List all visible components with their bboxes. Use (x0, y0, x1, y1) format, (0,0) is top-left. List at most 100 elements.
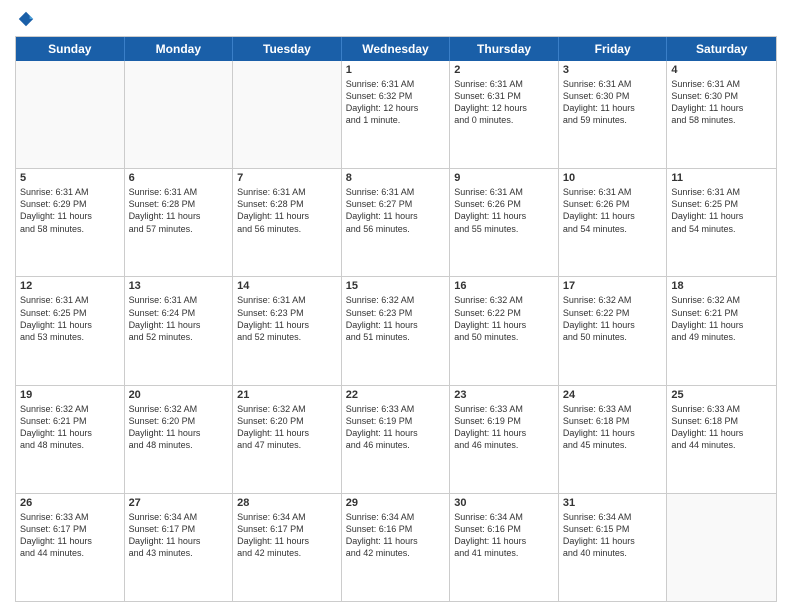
header-monday: Monday (125, 37, 234, 61)
day-info-11: Sunrise: 6:31 AM Sunset: 6:25 PM Dayligh… (671, 186, 772, 235)
day-info-15: Sunrise: 6:32 AM Sunset: 6:23 PM Dayligh… (346, 294, 446, 343)
logo (15, 10, 35, 28)
empty-cell-0-2 (233, 61, 342, 168)
day-cell-26: 26 Sunrise: 6:33 AM Sunset: 6:17 PM Dayli… (16, 494, 125, 601)
day-info-27: Sunrise: 6:34 AM Sunset: 6:17 PM Dayligh… (129, 511, 229, 560)
day-info-8: Sunrise: 6:31 AM Sunset: 6:27 PM Dayligh… (346, 186, 446, 235)
day-info-17: Sunrise: 6:32 AM Sunset: 6:22 PM Dayligh… (563, 294, 663, 343)
day-cell-3: 3 Sunrise: 6:31 AM Sunset: 6:30 PM Daylig… (559, 61, 668, 168)
day-number-3: 3 (563, 64, 663, 76)
day-number-4: 4 (671, 64, 772, 76)
calendar-body: 1Sunrise: 6:31 AM Sunset: 6:32 PM Daylig… (16, 61, 776, 601)
day-number-29: 29 (346, 497, 446, 509)
header-wednesday: Wednesday (342, 37, 451, 61)
day-info-5: Sunrise: 6:31 AM Sunset: 6:29 PM Dayligh… (20, 186, 120, 235)
week-row-2: 5Sunrise: 6:31 AM Sunset: 6:29 PM Daylig… (16, 169, 776, 277)
day-info-21: Sunrise: 6:32 AM Sunset: 6:20 PM Dayligh… (237, 403, 337, 452)
day-number-24: 24 (563, 389, 663, 401)
day-info-13: Sunrise: 6:31 AM Sunset: 6:24 PM Dayligh… (129, 294, 229, 343)
day-info-30: Sunrise: 6:34 AM Sunset: 6:16 PM Dayligh… (454, 511, 554, 560)
day-info-12: Sunrise: 6:31 AM Sunset: 6:25 PM Dayligh… (20, 294, 120, 343)
day-cell-18: 18 Sunrise: 6:32 AM Sunset: 6:21 PM Dayli… (667, 277, 776, 384)
page-container: Sunday Monday Tuesday Wednesday Thursday… (0, 0, 792, 612)
day-cell-9: 9Sunrise: 6:31 AM Sunset: 6:26 PM Daylig… (450, 169, 559, 276)
empty-cell-4-6 (667, 494, 776, 601)
week-row-3: 12 Sunrise: 6:31 AM Sunset: 6:25 PM Dayli… (16, 277, 776, 385)
day-number-16: 16 (454, 280, 554, 292)
day-number-15: 15 (346, 280, 446, 292)
day-cell-20: 20Sunrise: 6:32 AM Sunset: 6:20 PM Dayli… (125, 386, 234, 493)
day-number-21: 21 (237, 389, 337, 401)
day-info-22: Sunrise: 6:33 AM Sunset: 6:19 PM Dayligh… (346, 403, 446, 452)
day-cell-12: 12 Sunrise: 6:31 AM Sunset: 6:25 PM Dayli… (16, 277, 125, 384)
empty-cell-0-0 (16, 61, 125, 168)
day-number-18: 18 (671, 280, 772, 292)
day-number-12: 12 (20, 280, 120, 292)
day-cell-28: 28 Sunrise: 6:34 AM Sunset: 6:17 PM Dayli… (233, 494, 342, 601)
header-thursday: Thursday (450, 37, 559, 61)
header-saturday: Saturday (667, 37, 776, 61)
day-cell-15: 15 Sunrise: 6:32 AM Sunset: 6:23 PM Dayli… (342, 277, 451, 384)
day-cell-27: 27 Sunrise: 6:34 AM Sunset: 6:17 PM Dayli… (125, 494, 234, 601)
calendar: Sunday Monday Tuesday Wednesday Thursday… (15, 36, 777, 602)
calendar-header: Sunday Monday Tuesday Wednesday Thursday… (16, 37, 776, 61)
day-cell-1: 1Sunrise: 6:31 AM Sunset: 6:32 PM Daylig… (342, 61, 451, 168)
day-cell-24: 24 Sunrise: 6:33 AM Sunset: 6:18 PM Dayli… (559, 386, 668, 493)
day-cell-22: 22 Sunrise: 6:33 AM Sunset: 6:19 PM Dayli… (342, 386, 451, 493)
day-cell-10: 10 Sunrise: 6:31 AM Sunset: 6:26 PM Dayli… (559, 169, 668, 276)
day-cell-25: 25Sunrise: 6:33 AM Sunset: 6:18 PM Dayli… (667, 386, 776, 493)
day-info-4: Sunrise: 6:31 AM Sunset: 6:30 PM Dayligh… (671, 78, 772, 127)
day-cell-6: 6 Sunrise: 6:31 AM Sunset: 6:28 PM Daylig… (125, 169, 234, 276)
header-friday: Friday (559, 37, 668, 61)
day-number-11: 11 (671, 172, 772, 184)
day-info-19: Sunrise: 6:32 AM Sunset: 6:21 PM Dayligh… (20, 403, 120, 452)
day-cell-21: 21 Sunrise: 6:32 AM Sunset: 6:20 PM Dayli… (233, 386, 342, 493)
day-cell-5: 5Sunrise: 6:31 AM Sunset: 6:29 PM Daylig… (16, 169, 125, 276)
day-number-17: 17 (563, 280, 663, 292)
day-number-31: 31 (563, 497, 663, 509)
header-sunday: Sunday (16, 37, 125, 61)
day-cell-4: 4 Sunrise: 6:31 AM Sunset: 6:30 PM Daylig… (667, 61, 776, 168)
day-number-23: 23 (454, 389, 554, 401)
day-cell-29: 29 Sunrise: 6:34 AM Sunset: 6:16 PM Dayli… (342, 494, 451, 601)
day-cell-13: 13Sunrise: 6:31 AM Sunset: 6:24 PM Dayli… (125, 277, 234, 384)
day-cell-8: 8Sunrise: 6:31 AM Sunset: 6:27 PM Daylig… (342, 169, 451, 276)
day-info-29: Sunrise: 6:34 AM Sunset: 6:16 PM Dayligh… (346, 511, 446, 560)
day-number-10: 10 (563, 172, 663, 184)
day-number-7: 7 (237, 172, 337, 184)
day-info-10: Sunrise: 6:31 AM Sunset: 6:26 PM Dayligh… (563, 186, 663, 235)
day-info-16: Sunrise: 6:32 AM Sunset: 6:22 PM Dayligh… (454, 294, 554, 343)
day-cell-30: 30 Sunrise: 6:34 AM Sunset: 6:16 PM Dayli… (450, 494, 559, 601)
week-row-5: 26 Sunrise: 6:33 AM Sunset: 6:17 PM Dayli… (16, 494, 776, 601)
empty-cell-0-1 (125, 61, 234, 168)
day-number-6: 6 (129, 172, 229, 184)
day-number-2: 2 (454, 64, 554, 76)
day-info-6: Sunrise: 6:31 AM Sunset: 6:28 PM Dayligh… (129, 186, 229, 235)
week-row-4: 19Sunrise: 6:32 AM Sunset: 6:21 PM Dayli… (16, 386, 776, 494)
day-cell-17: 17 Sunrise: 6:32 AM Sunset: 6:22 PM Dayli… (559, 277, 668, 384)
day-info-26: Sunrise: 6:33 AM Sunset: 6:17 PM Dayligh… (20, 511, 120, 560)
page-header (15, 10, 777, 28)
day-info-23: Sunrise: 6:33 AM Sunset: 6:19 PM Dayligh… (454, 403, 554, 452)
day-cell-19: 19Sunrise: 6:32 AM Sunset: 6:21 PM Dayli… (16, 386, 125, 493)
logo-icon (17, 10, 35, 28)
day-number-27: 27 (129, 497, 229, 509)
day-number-14: 14 (237, 280, 337, 292)
day-number-22: 22 (346, 389, 446, 401)
day-number-25: 25 (671, 389, 772, 401)
day-info-20: Sunrise: 6:32 AM Sunset: 6:20 PM Dayligh… (129, 403, 229, 452)
day-number-30: 30 (454, 497, 554, 509)
day-info-18: Sunrise: 6:32 AM Sunset: 6:21 PM Dayligh… (671, 294, 772, 343)
day-info-28: Sunrise: 6:34 AM Sunset: 6:17 PM Dayligh… (237, 511, 337, 560)
day-cell-7: 7Sunrise: 6:31 AM Sunset: 6:28 PM Daylig… (233, 169, 342, 276)
day-cell-11: 11 Sunrise: 6:31 AM Sunset: 6:25 PM Dayli… (667, 169, 776, 276)
day-cell-23: 23 Sunrise: 6:33 AM Sunset: 6:19 PM Dayli… (450, 386, 559, 493)
day-cell-2: 2 Sunrise: 6:31 AM Sunset: 6:31 PM Daylig… (450, 61, 559, 168)
day-cell-16: 16 Sunrise: 6:32 AM Sunset: 6:22 PM Dayli… (450, 277, 559, 384)
day-info-24: Sunrise: 6:33 AM Sunset: 6:18 PM Dayligh… (563, 403, 663, 452)
day-info-2: Sunrise: 6:31 AM Sunset: 6:31 PM Dayligh… (454, 78, 554, 127)
day-cell-31: 31Sunrise: 6:34 AM Sunset: 6:15 PM Dayli… (559, 494, 668, 601)
day-number-28: 28 (237, 497, 337, 509)
day-number-26: 26 (20, 497, 120, 509)
day-info-3: Sunrise: 6:31 AM Sunset: 6:30 PM Dayligh… (563, 78, 663, 127)
